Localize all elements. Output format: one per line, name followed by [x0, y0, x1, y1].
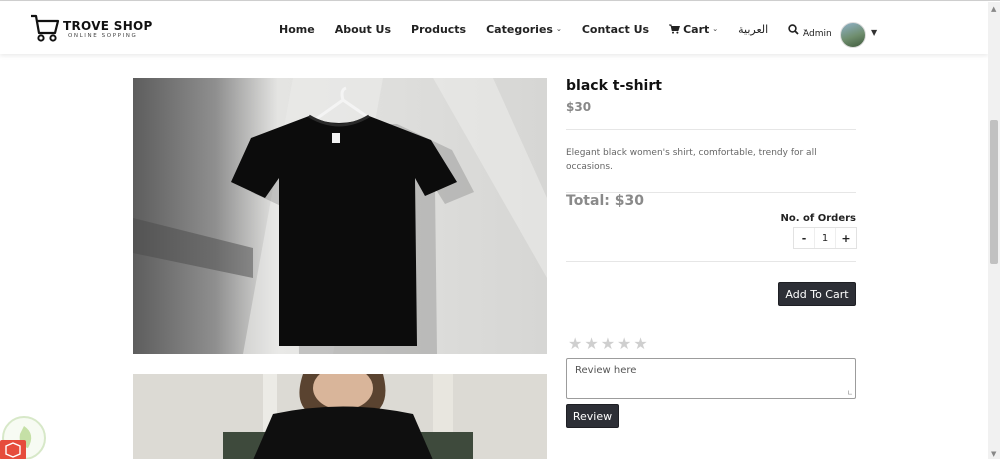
- nav-categories-dropdown[interactable]: Categories ⌄: [486, 23, 562, 36]
- site-header: TROVE SHOP ONLINE SOPPING Home About Us …: [0, 2, 988, 54]
- increment-button[interactable]: +: [836, 228, 856, 248]
- orders-label: No. of Orders: [780, 213, 856, 224]
- product-image-secondary[interactable]: [133, 374, 547, 459]
- star-rating: ★ ★ ★ ★ ★: [568, 336, 650, 352]
- nav-cart-dropdown[interactable]: Cart ⌄: [669, 23, 718, 36]
- add-to-cart-button[interactable]: Add To Cart: [778, 282, 856, 306]
- shopping-cart-logo-icon: [31, 14, 60, 42]
- nav-products-label: Products: [411, 22, 467, 36]
- shopping-cart-icon: [669, 24, 681, 34]
- logo[interactable]: TROVE SHOP ONLINE SOPPING: [30, 13, 152, 45]
- nav-home[interactable]: Home: [279, 23, 315, 36]
- floating-widget[interactable]: [0, 414, 46, 459]
- nav-contact-label: Contact Us: [581, 22, 650, 36]
- leaf-badge-icon: [0, 416, 46, 459]
- nav-about-label: About Us: [334, 22, 392, 36]
- quantity-stepper: - 1 +: [793, 227, 857, 249]
- nav-contact-us[interactable]: Contact Us: [582, 23, 649, 36]
- star-icon[interactable]: ★: [617, 336, 631, 352]
- nav-about-us[interactable]: About Us: [335, 23, 391, 36]
- product-description: Elegant black women's shirt, comfortable…: [566, 148, 817, 172]
- model-photo: [133, 374, 547, 459]
- quantity-value[interactable]: 1: [814, 228, 836, 248]
- divider: [566, 261, 856, 262]
- scrollbar-thumb[interactable]: [990, 120, 998, 264]
- resize-grip-icon[interactable]: ∟: [847, 389, 853, 397]
- caret-down-icon[interactable]: ▼: [871, 28, 877, 37]
- review-textarea[interactable]: Review here ∟: [566, 358, 856, 399]
- main-nav: Home About Us Products Categories ⌄ Cont…: [279, 21, 808, 37]
- brand-tagline: ONLINE SOPPING: [68, 33, 138, 39]
- product-image-main[interactable]: [133, 78, 547, 354]
- nav-language-arabic[interactable]: العربية: [738, 23, 768, 36]
- scrollbar[interactable]: ▲ ▼: [988, 2, 1000, 459]
- chevron-down-icon: ⌄: [712, 25, 719, 33]
- review-placeholder: Review here: [575, 365, 637, 376]
- search-icon: [788, 23, 799, 35]
- brand-name: TROVE SHOP: [63, 19, 153, 33]
- chevron-down-icon: ⌄: [555, 25, 562, 33]
- nav-language-label: العربية: [738, 22, 769, 36]
- avatar[interactable]: [840, 22, 866, 48]
- product-name: black t-shirt: [566, 78, 662, 94]
- order-total: Total: $30: [566, 193, 644, 209]
- user-name[interactable]: Admin: [803, 29, 832, 39]
- scroll-up-arrow-icon[interactable]: ▲: [991, 5, 996, 13]
- star-icon[interactable]: ★: [584, 336, 598, 352]
- scroll-down-arrow-icon[interactable]: ▼: [991, 450, 996, 458]
- nav-home-label: Home: [279, 22, 315, 36]
- nav-categories-label: Categories: [486, 22, 553, 36]
- star-icon[interactable]: ★: [568, 336, 582, 352]
- nav-cart-label: Cart: [683, 22, 710, 36]
- page: TROVE SHOP ONLINE SOPPING Home About Us …: [0, 0, 1000, 459]
- decrement-button[interactable]: -: [794, 228, 814, 248]
- tshirt-photo: [133, 78, 547, 354]
- star-icon[interactable]: ★: [601, 336, 615, 352]
- review-submit-button[interactable]: Review: [566, 404, 619, 428]
- nav-products[interactable]: Products: [411, 23, 466, 36]
- product-price: $30: [566, 100, 592, 114]
- divider: [566, 129, 856, 130]
- star-icon[interactable]: ★: [633, 336, 647, 352]
